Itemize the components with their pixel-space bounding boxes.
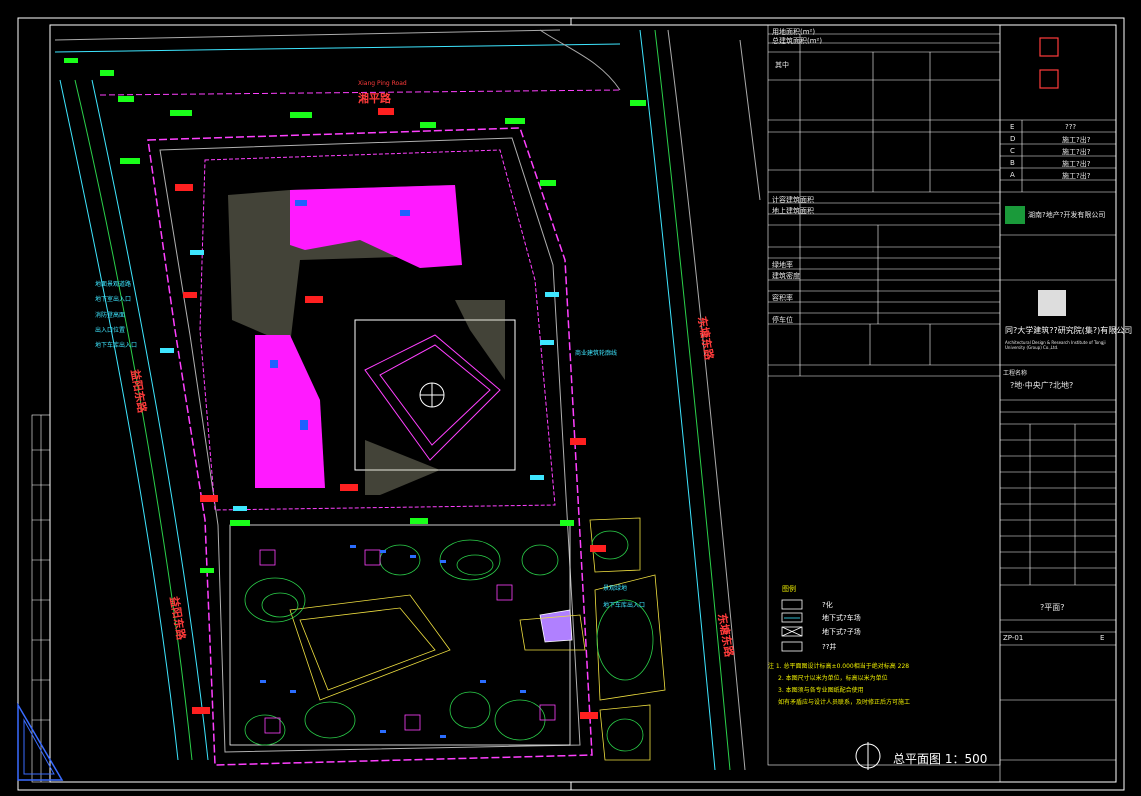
note-4: 如有矛盾应与设计人员联系，及时修正后方可施工 bbox=[778, 699, 911, 706]
callout-right-2: 景观绿地 bbox=[603, 585, 628, 592]
callout-left-3: 消防登高面 bbox=[95, 312, 126, 319]
legend-item-3: 地下式?子场 bbox=[822, 628, 861, 636]
tb-row-density: 建筑密度 bbox=[772, 272, 800, 280]
legend-item-1: ?化 bbox=[822, 601, 833, 609]
rev-a-desc: 施工?出? bbox=[1062, 172, 1091, 180]
tb-row-including: 其中 bbox=[775, 61, 789, 69]
tb-row-far: 容积率 bbox=[772, 294, 793, 302]
rev-c: C bbox=[1010, 147, 1015, 155]
rev-d-desc: 施工?出? bbox=[1062, 136, 1091, 144]
callout-left-2: 地下室出入口 bbox=[95, 296, 132, 303]
road-lines bbox=[54, 29, 761, 771]
logo-box-1 bbox=[1039, 37, 1059, 57]
cad-drawing bbox=[17, 17, 1125, 791]
callout-left-5: 地下车库出入口 bbox=[95, 342, 138, 349]
logo-box-2 bbox=[1039, 69, 1059, 89]
road-north-label: 湘平路 bbox=[358, 92, 391, 105]
north-arrow-triangle-icon bbox=[17, 702, 64, 781]
rev-c-desc: 施工?出? bbox=[1062, 148, 1091, 156]
tb-row-far-area: 计容建筑面积 bbox=[772, 196, 814, 204]
tb-row-above-ground: 地上建筑面积 bbox=[772, 207, 814, 215]
note-2: 2. 本图尺寸以米为单位，标高以米为单位 bbox=[778, 675, 888, 682]
building-north bbox=[228, 185, 462, 488]
center-plaza bbox=[354, 300, 516, 495]
callout-left-4: 出入口位置 bbox=[95, 327, 126, 334]
drawing-title: ?平面? bbox=[1040, 603, 1065, 612]
legend-symbols bbox=[781, 599, 803, 652]
client-name: 湖南?地产?开发有限公司 bbox=[1028, 211, 1106, 219]
legend-title: 图例 bbox=[782, 585, 796, 593]
drawing-number: ZP-01 bbox=[1003, 634, 1024, 642]
north-arrow-icon bbox=[855, 742, 881, 770]
institute-logo bbox=[1038, 290, 1066, 316]
project-label: 工程名称 bbox=[1003, 370, 1028, 377]
project-name: ?地·中央广?北地? bbox=[1010, 381, 1074, 390]
east-parcels bbox=[519, 517, 666, 761]
legend-item-4: ??井 bbox=[822, 643, 837, 651]
legend-item-2: 地下式?车场 bbox=[822, 614, 861, 622]
callout-right-3: 地下车库出入口 bbox=[603, 602, 646, 609]
client-logo bbox=[1005, 206, 1025, 224]
cyan-tags bbox=[160, 250, 559, 511]
rev-b: B bbox=[1010, 159, 1015, 167]
note-1: 注 1. 总平面图设计标高±0.000相当于绝对标高 228 bbox=[768, 663, 910, 670]
note-3: 3. 本图须与各专业图纸配合使用 bbox=[778, 687, 864, 694]
callout-left-1: 地面景观道路 bbox=[95, 281, 132, 288]
drawing-phase: E bbox=[1100, 634, 1105, 642]
left-ruler bbox=[31, 414, 51, 783]
tb-row-parking: 停车位 bbox=[772, 316, 793, 324]
tb-row-green: 绿地率 bbox=[772, 261, 793, 269]
rev-e: E bbox=[1010, 123, 1015, 131]
drawing-scale-title: 总平面图 1：500 bbox=[893, 752, 988, 766]
callout-right-1: 商业建筑轮廓线 bbox=[575, 350, 618, 357]
green-tags bbox=[64, 58, 646, 573]
rev-a: A bbox=[1010, 171, 1015, 179]
road-north-en: Xiang Ping Road bbox=[358, 80, 407, 87]
tb-row-gfa: 总建筑面积(m²) bbox=[772, 37, 823, 45]
rev-b-desc: 施工?出? bbox=[1062, 160, 1091, 168]
institute-name-en: Architectural Design & Research Institut… bbox=[1005, 340, 1106, 350]
landscape-south bbox=[229, 524, 573, 746]
institute-name: 同?大学建筑??研究院(集?)有限公司 bbox=[1005, 326, 1133, 335]
rev-d: D bbox=[1010, 135, 1016, 143]
rev-e-desc: ??? bbox=[1065, 123, 1077, 131]
